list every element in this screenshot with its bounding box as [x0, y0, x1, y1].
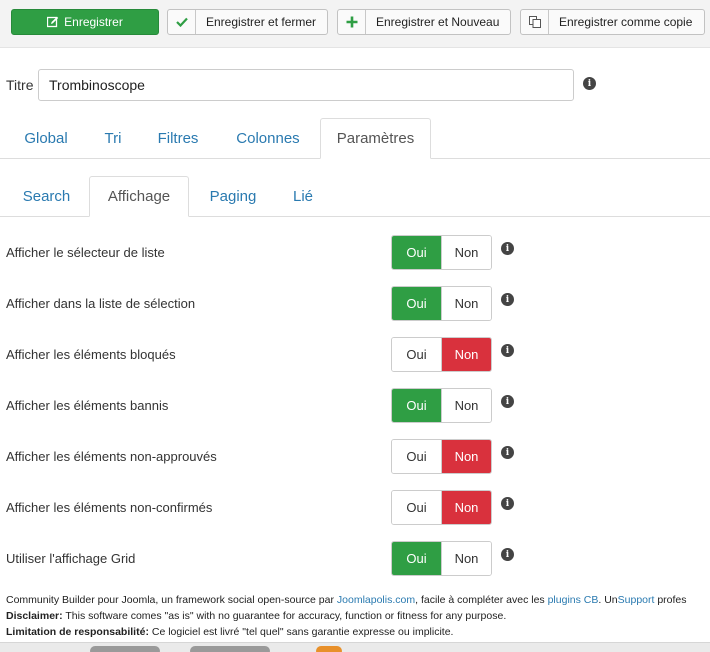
save-copy-button[interactable]: Enregistrer comme copie	[520, 9, 705, 35]
info-icon[interactable]: i	[501, 344, 514, 357]
info-icon[interactable]: i	[501, 446, 514, 459]
copy-icon	[521, 10, 549, 34]
setting-label: Afficher les éléments non-approuvés	[6, 449, 217, 464]
tab-paging[interactable]: Paging	[195, 176, 271, 216]
save-close-button[interactable]: Enregistrer et fermer	[167, 9, 328, 35]
toggle-no[interactable]: Non	[441, 338, 491, 371]
toggle-yes[interactable]: Oui	[392, 491, 441, 524]
yes-no-toggle[interactable]: Oui Non	[391, 235, 492, 270]
tab-filtres[interactable]: Filtres	[145, 118, 211, 158]
info-icon[interactable]: i	[501, 242, 514, 255]
tab-affichage[interactable]: Affichage	[89, 176, 189, 217]
main-tabs: Global Tri Filtres Colonnes Paramètres	[0, 118, 710, 159]
status-badge	[316, 646, 342, 652]
toggle-no[interactable]: Non	[441, 491, 491, 524]
setting-label: Afficher les éléments bannis	[6, 398, 169, 413]
toggle-no[interactable]: Non	[441, 287, 491, 320]
yes-no-toggle[interactable]: Oui Non	[391, 337, 492, 372]
save-new-button[interactable]: Enregistrer et Nouveau	[337, 9, 511, 35]
check-icon	[168, 10, 196, 34]
toggle-yes[interactable]: Oui	[392, 287, 441, 320]
toggle-yes[interactable]: Oui	[392, 338, 441, 371]
status-badge	[190, 646, 270, 652]
setting-label: Afficher les éléments non-confirmés	[6, 500, 213, 515]
tab-parametres[interactable]: Paramètres	[320, 118, 431, 159]
plugins-link[interactable]: plugins CB	[548, 594, 599, 606]
setting-label: Afficher le sélecteur de liste	[6, 245, 165, 260]
tab-global[interactable]: Global	[11, 118, 81, 158]
yes-no-toggle[interactable]: Oui Non	[391, 388, 492, 423]
toggle-no[interactable]: Non	[441, 440, 491, 473]
sub-tabs: Search Affichage Paging Lié	[0, 176, 710, 217]
info-icon[interactable]: i	[501, 395, 514, 408]
info-icon[interactable]: i	[501, 293, 514, 306]
status-badge	[90, 646, 160, 652]
info-icon[interactable]: i	[501, 497, 514, 510]
info-icon[interactable]: i	[583, 77, 596, 90]
setting-label: Afficher les éléments bloqués	[6, 347, 176, 362]
footer-line-limitation: Limitation de responsabilité: Ce logicie…	[6, 626, 454, 638]
setting-label: Afficher dans la liste de sélection	[6, 296, 196, 311]
plus-icon	[338, 10, 366, 34]
yes-no-toggle[interactable]: Oui Non	[391, 286, 492, 321]
footer-line-disclaimer: Disclaimer: This software comes "as is" …	[6, 610, 507, 622]
support-link[interactable]: Support	[618, 594, 655, 606]
title-input[interactable]	[38, 69, 574, 101]
footer-line-credits: Community Builder pour Joomla, un framew…	[6, 594, 687, 606]
yes-no-toggle[interactable]: Oui Non	[391, 541, 492, 576]
setting-label: Utiliser l'affichage Grid	[6, 551, 136, 566]
info-icon[interactable]: i	[501, 548, 514, 561]
toggle-yes[interactable]: Oui	[392, 440, 441, 473]
tab-search[interactable]: Search	[8, 176, 85, 216]
toggle-yes[interactable]: Oui	[392, 236, 441, 269]
joomlapolis-link[interactable]: Joomlapolis.com	[337, 594, 415, 606]
toggle-no[interactable]: Non	[441, 542, 491, 575]
toggle-yes[interactable]: Oui	[392, 389, 441, 422]
bottom-status-bar	[0, 642, 710, 652]
footer: Community Builder pour Joomla, un framew…	[6, 592, 710, 640]
toolbar: Enregistrer Enregistrer et fermer Enregi…	[0, 0, 710, 48]
yes-no-toggle[interactable]: Oui Non	[391, 439, 492, 474]
toggle-yes[interactable]: Oui	[392, 542, 441, 575]
save-button[interactable]: Enregistrer	[11, 9, 159, 35]
yes-no-toggle[interactable]: Oui Non	[391, 490, 492, 525]
tab-colonnes[interactable]: Colonnes	[222, 118, 314, 158]
edit-icon	[47, 10, 64, 34]
toggle-no[interactable]: Non	[441, 236, 491, 269]
toggle-no[interactable]: Non	[441, 389, 491, 422]
tab-tri[interactable]: Tri	[92, 118, 134, 158]
tab-lie[interactable]: Lié	[277, 176, 329, 216]
title-label: Titre	[6, 77, 34, 93]
